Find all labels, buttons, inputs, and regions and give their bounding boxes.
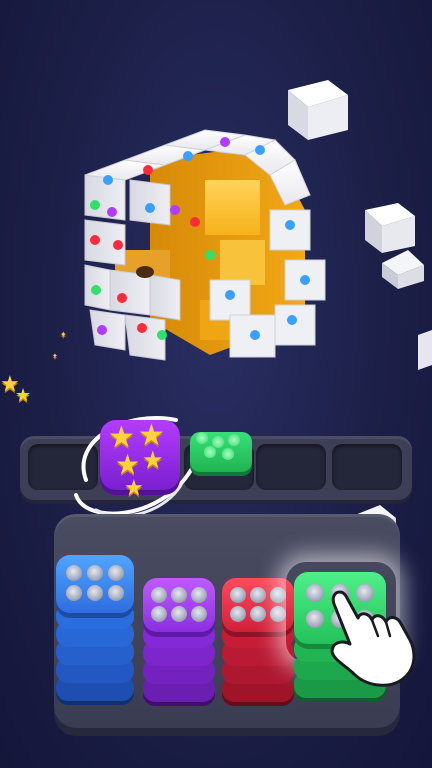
screw-hole — [151, 587, 167, 603]
screw-hole — [171, 587, 187, 603]
green-screw — [228, 434, 240, 446]
screw-puzzle-cube[interactable] — [70, 120, 340, 380]
star-icon: ★ — [142, 446, 164, 474]
screw-hole — [87, 585, 103, 601]
red-screw-stack[interactable] — [222, 578, 294, 705]
empty-slot[interactable] — [332, 444, 402, 490]
sparkle-icon: ✦ — [60, 330, 67, 339]
star-icon: ★ — [15, 385, 32, 406]
screw-hole — [270, 587, 286, 603]
screw-hole — [250, 606, 266, 622]
green-screw — [222, 448, 234, 460]
blue-screw-stack[interactable] — [56, 555, 134, 705]
screw-hole — [108, 585, 124, 601]
green-screw — [204, 446, 216, 458]
floating-block — [288, 80, 348, 140]
screw-hole — [191, 587, 207, 603]
sparkle-icon: ✦ — [52, 352, 58, 360]
screw-hole — [171, 606, 187, 622]
game-scene: ★ ★ ✦ ✦ ★ ★ ★ ★ ★ — [0, 0, 432, 768]
screw-hole — [230, 606, 246, 622]
floating-block — [382, 250, 424, 289]
screw-hole — [230, 587, 246, 603]
screw-hole — [191, 606, 207, 622]
screw-hole — [108, 565, 124, 581]
green-screw — [196, 432, 208, 444]
floating-block — [418, 330, 432, 370]
screw-hole — [66, 565, 82, 581]
screw-hole — [87, 565, 103, 581]
green-screw — [212, 436, 224, 448]
purple-screw-stack[interactable] — [143, 578, 215, 705]
empty-slot[interactable] — [256, 444, 326, 490]
star-icon: ★ — [124, 476, 144, 501]
screw-hole — [250, 587, 266, 603]
pointing-hand-icon — [330, 590, 416, 687]
screw-hole — [66, 585, 82, 601]
screw-hole — [151, 606, 167, 622]
screw-hole — [270, 606, 286, 622]
